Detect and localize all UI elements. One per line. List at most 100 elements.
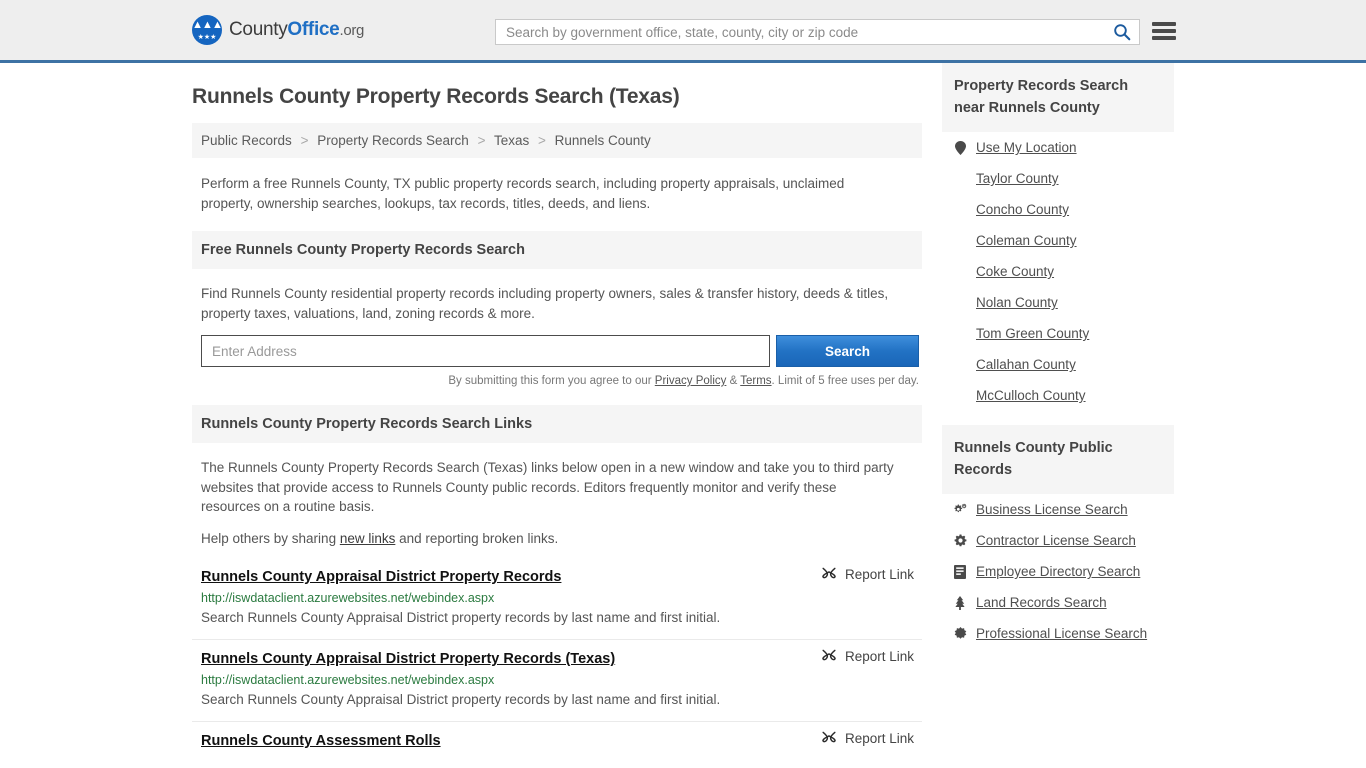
sidebar-nearby-block: Property Records Search near Runnels Cou…: [942, 63, 1174, 411]
cog-icon: [953, 534, 967, 547]
record-links-list: Runnels County Appraisal District Proper…: [192, 562, 922, 767]
report-link-button[interactable]: Report Link: [821, 566, 914, 582]
chain-broken-icon: [822, 731, 836, 743]
sidebar-item-employee-directory-search[interactable]: Employee Directory Search: [942, 556, 1174, 587]
sidebar-link-label[interactable]: Nolan County: [976, 295, 1058, 310]
sidebar-item-professional-license-search[interactable]: Professional License Search: [942, 618, 1174, 649]
sidebar-item-use-my-location[interactable]: Use My Location: [942, 132, 1174, 163]
sidebar-link-label[interactable]: Business License Search: [976, 502, 1128, 517]
tree-icon: [953, 595, 967, 610]
new-links-link[interactable]: new links: [340, 531, 396, 546]
breadcrumb-separator: >: [477, 133, 486, 148]
menu-hamburger-icon[interactable]: [1152, 20, 1176, 42]
share-suffix: and reporting broken links.: [395, 530, 559, 546]
global-search-submit-button[interactable]: [1105, 20, 1139, 44]
privacy-policy-link[interactable]: Privacy Policy: [655, 375, 727, 387]
sidebar-item-coke-county[interactable]: Coke County: [942, 256, 1174, 287]
disclaimer-suffix: . Limit of 5 free uses per day.: [771, 375, 919, 387]
book-icon: [953, 564, 967, 579]
breadcrumb-item-texas[interactable]: Texas: [494, 133, 529, 148]
sidebar-nearby-heading: Property Records Search near Runnels Cou…: [942, 63, 1174, 132]
share-prefix: Help others by sharing: [201, 530, 340, 546]
chain-broken-icon: [822, 649, 836, 661]
site-logo[interactable]: ▲▲▲ ★★★ CountyOffice.org: [192, 15, 364, 45]
sidebar-item-business-license-search[interactable]: Business License Search: [942, 494, 1174, 525]
sidebar-link-label[interactable]: Professional License Search: [976, 626, 1147, 641]
form-disclaimer: By submitting this form you agree to our…: [192, 375, 919, 387]
free-search-heading: Free Runnels County Property Records Sea…: [192, 231, 922, 269]
sidebar-item-contractor-license-search[interactable]: Contractor License Search: [942, 525, 1174, 556]
record-link-item: Runnels County Appraisal District Proper…: [192, 639, 922, 721]
sidebar-item-taylor-county[interactable]: Taylor County: [942, 163, 1174, 194]
chain-broken-icon: [822, 567, 836, 579]
record-link-description: Search Runnels County Appraisal District…: [201, 610, 721, 625]
sidebar-link-label[interactable]: Callahan County: [976, 357, 1076, 372]
brand-wordmark: CountyOffice.org: [229, 19, 364, 41]
address-search-button[interactable]: Search: [776, 335, 919, 367]
sidebar-link-label[interactable]: Coleman County: [976, 233, 1077, 248]
disclaimer-amp: &: [726, 375, 741, 387]
record-link-item: Runnels County Appraisal District Proper…: [192, 562, 922, 639]
brand-part-org: .org: [339, 22, 365, 39]
sidebar-item-callahan-county[interactable]: Callahan County: [942, 349, 1174, 380]
record-link-item: Runnels County Assessment Rolls Report L…: [192, 721, 922, 767]
global-search-box[interactable]: [495, 19, 1140, 45]
record-link-title[interactable]: Runnels County Appraisal District Proper…: [201, 651, 615, 667]
report-link-button[interactable]: Report Link: [821, 648, 914, 664]
free-search-description: Find Runnels County residential property…: [201, 286, 889, 321]
sidebar-public-records-heading: Runnels County Public Records: [942, 425, 1174, 494]
sidebar-public-records-list: Business License Search Contractor Licen…: [942, 494, 1174, 649]
search-links-paragraph-2: Help others by sharing new links and rep…: [201, 529, 896, 549]
breadcrumb-item-runnels-county[interactable]: Runnels County: [555, 133, 651, 148]
sidebar-item-nolan-county[interactable]: Nolan County: [942, 287, 1174, 318]
sidebar-item-tom-green-county[interactable]: Tom Green County: [942, 318, 1174, 349]
sidebar-link-label[interactable]: Use My Location: [976, 140, 1077, 155]
sidebar-nearby-list: Use My Location Taylor County Concho Cou…: [942, 132, 1174, 411]
hamburger-bar: [1152, 22, 1176, 26]
intro-paragraph: Perform a free Runnels County, TX public…: [201, 176, 845, 211]
report-link-label: Report Link: [844, 648, 914, 664]
terms-link[interactable]: Terms: [740, 375, 771, 387]
sidebar-link-label[interactable]: Employee Directory Search: [976, 564, 1140, 579]
sidebar-item-coleman-county[interactable]: Coleman County: [942, 225, 1174, 256]
report-link-button[interactable]: Report Link: [821, 730, 914, 746]
record-link-url: http://iswdataclient.azurewebsites.net/w…: [201, 591, 495, 605]
free-search-section: Free Runnels County Property Records Sea…: [192, 231, 922, 387]
site-header: ▲▲▲ ★★★ CountyOffice.org: [0, 0, 1366, 63]
sidebar: Property Records Search near Runnels Cou…: [942, 63, 1174, 767]
search-links-heading: Runnels County Property Records Search L…: [192, 405, 922, 443]
sidebar-item-land-records-search[interactable]: Land Records Search: [942, 587, 1174, 618]
global-search-input[interactable]: [496, 20, 1105, 44]
page-container: Runnels County Property Records Search (…: [0, 63, 1366, 767]
sidebar-link-label[interactable]: Taylor County: [976, 171, 1059, 186]
record-link-title[interactable]: Runnels County Assessment Rolls: [201, 733, 441, 749]
sidebar-link-label[interactable]: Coke County: [976, 264, 1054, 279]
search-links-section: Runnels County Property Records Search L…: [192, 405, 922, 767]
sidebar-link-label[interactable]: Land Records Search: [976, 595, 1107, 610]
sidebar-link-label[interactable]: Contractor License Search: [976, 533, 1136, 548]
hamburger-bar: [1152, 36, 1176, 40]
record-link-description: Search Runnels County Appraisal District…: [201, 692, 721, 707]
certificate-icon: [953, 627, 967, 640]
breadcrumb-separator: >: [538, 133, 546, 148]
sidebar-link-label[interactable]: Tom Green County: [976, 326, 1089, 341]
sidebar-item-concho-county[interactable]: Concho County: [942, 194, 1174, 225]
sidebar-link-label[interactable]: Concho County: [976, 202, 1069, 217]
page-title: Runnels County Property Records Search (…: [192, 85, 680, 108]
sidebar-link-label[interactable]: McCulloch County: [976, 388, 1086, 403]
record-link-title[interactable]: Runnels County Appraisal District Proper…: [201, 569, 561, 585]
breadcrumb: Public Records > Property Records Search…: [192, 123, 922, 158]
breadcrumb-item-property-records-search[interactable]: Property Records Search: [317, 133, 469, 148]
cogs-icon: [953, 503, 967, 516]
search-links-paragraph-1: The Runnels County Property Records Sear…: [201, 460, 894, 514]
hamburger-bar: [1152, 29, 1176, 33]
sidebar-item-mcculloch-county[interactable]: McCulloch County: [942, 380, 1174, 411]
brand-part-office: Office: [287, 19, 340, 40]
search-icon: [1114, 24, 1131, 41]
report-link-label: Report Link: [844, 566, 914, 582]
brand-part-county: County: [229, 19, 288, 40]
breadcrumb-separator: >: [300, 133, 309, 148]
report-link-label: Report Link: [844, 730, 914, 746]
breadcrumb-item-public-records[interactable]: Public Records: [201, 133, 292, 148]
address-input[interactable]: [201, 335, 770, 367]
